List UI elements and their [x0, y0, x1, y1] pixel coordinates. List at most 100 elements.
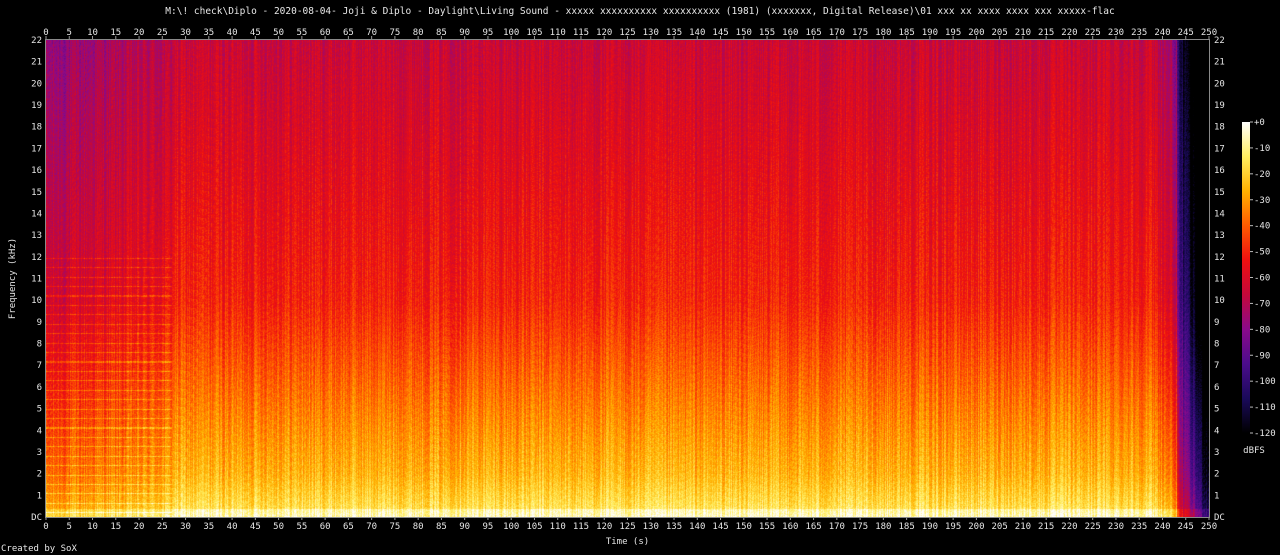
x-tick-label-bottom: 90: [459, 522, 470, 532]
x-tick-label-bottom: 180: [875, 522, 891, 532]
x-tick-label-bottom: 210: [1015, 522, 1031, 532]
x-tick-label-bottom: 245: [1178, 522, 1194, 532]
x-tick-label-bottom: 15: [110, 522, 121, 532]
x-tick-label-bottom: 195: [945, 522, 961, 532]
colorbar-tick-label: -120: [1254, 429, 1276, 439]
x-tick-label-bottom: 80: [413, 522, 424, 532]
x-tick-label-bottom: 160: [782, 522, 798, 532]
x-tick-label-bottom: 60: [320, 522, 331, 532]
y-tick-label-left: 2: [37, 470, 42, 480]
colorbar: +0 -10 -20 -30 -40 -50 -60 -70 -80 -90 -100 -110 -12…: [1242, 118, 1276, 439]
y-tick-label-left: 10: [31, 296, 42, 306]
x-axis-label: Time (s): [606, 537, 649, 547]
x-tick-label-bottom: 230: [1108, 522, 1124, 532]
x-tick-label-bottom: 55: [296, 522, 307, 532]
x-tick-label-bottom: 175: [852, 522, 868, 532]
colorbar-tick-label: -40: [1254, 222, 1270, 232]
colorbar-tick-label: -30: [1254, 196, 1270, 206]
y-tick-label-left: DC: [31, 513, 42, 523]
y-tick-label-right: DC: [1214, 513, 1225, 523]
spectrogram-image: [46, 40, 1209, 517]
x-tick-label-bottom: 140: [689, 522, 705, 532]
y-tick-label-right: 3: [1214, 448, 1219, 458]
x-tick-label-bottom: 150: [736, 522, 752, 532]
y-tick-label-left: 21: [31, 58, 42, 68]
y-tick-label-left: 18: [31, 123, 42, 133]
y-tick-label-left: 13: [31, 231, 42, 241]
y-ticks-left: DC12345678910111213141516171819202122: [31, 36, 42, 523]
x-tick-label-bottom: 120: [596, 522, 612, 532]
x-ticks-top: 0 5 10 15 20 25 30 35 40 45 50 55 60 65 70 75 80 85 90 95 10…: [43, 28, 1217, 39]
x-tick-label-bottom: 220: [1061, 522, 1077, 532]
footer-credit: Created by SoX: [1, 544, 77, 554]
x-tick-label-bottom: 130: [643, 522, 659, 532]
x-tick-label-bottom: 165: [805, 522, 821, 532]
y-tick-label-right: 4: [1214, 426, 1219, 436]
x-tick-label-bottom: 205: [992, 522, 1008, 532]
y-tick-label-left: 20: [31, 79, 42, 89]
colorbar-tick-label: +0: [1254, 118, 1265, 128]
y-tick-label-right: 6: [1214, 383, 1219, 393]
y-tick-label-right: 17: [1214, 144, 1225, 154]
y-tick-label-right: 14: [1214, 209, 1225, 219]
y-tick-label-right: 11: [1214, 275, 1225, 285]
colorbar-tick-label: -50: [1254, 248, 1270, 258]
y-tick-label-left: 7: [37, 361, 42, 371]
y-tick-label-right: 13: [1214, 231, 1225, 241]
x-tick-label-bottom: 190: [922, 522, 938, 532]
x-tick-label-bottom: 20: [134, 522, 145, 532]
x-tick-label-bottom: 100: [503, 522, 519, 532]
x-tick-label-bottom: 215: [1038, 522, 1054, 532]
colorbar-tick-label: -80: [1254, 325, 1270, 335]
x-tick-label-bottom: 50: [273, 522, 284, 532]
y-tick-label-right: 19: [1214, 101, 1225, 111]
colorbar-tick-label: -60: [1254, 274, 1270, 284]
colorbar-gradient: [1242, 122, 1250, 433]
x-tick-label-bottom: 145: [712, 522, 728, 532]
x-ticks-bottom: 0 5 10 15 20 25 30 35 40 45 50 55 60 65 70 75 80 85 90 95 10…: [43, 518, 1217, 532]
y-tick-label-left: 1: [37, 491, 42, 501]
spectrogram-chart: 0 5 10 15 20 25 30 35 40 45 50 55 60 65 70 75 80 85 90 95 10…: [8, 28, 1276, 547]
y-tick-label-right: 20: [1214, 79, 1225, 89]
x-tick-label-bottom: 65: [343, 522, 354, 532]
y-axis-label: Frequency (kHz): [8, 238, 18, 319]
spectrogram-plot-area: [45, 39, 1210, 518]
colorbar-label: dBFS: [1243, 446, 1265, 456]
y-tick-label-right: 9: [1214, 318, 1219, 328]
x-tick-label-bottom: 200: [968, 522, 984, 532]
x-tick-label-bottom: 110: [550, 522, 566, 532]
x-tick-label-bottom: 0: [43, 522, 48, 532]
x-tick-label-bottom: 155: [759, 522, 775, 532]
x-tick-label-bottom: 5: [67, 522, 72, 532]
y-tick-label-left: 4: [37, 426, 42, 436]
y-tick-label-right: 2: [1214, 470, 1219, 480]
y-tick-label-right: 1: [1214, 491, 1219, 501]
x-tick-label-bottom: 125: [619, 522, 635, 532]
x-tick-label-bottom: 105: [526, 522, 542, 532]
x-tick-label-bottom: 135: [666, 522, 682, 532]
y-tick-label-right: 8: [1214, 340, 1219, 350]
y-tick-label-left: 19: [31, 101, 42, 111]
y-tick-label-left: 9: [37, 318, 42, 328]
x-tick-label-bottom: 170: [829, 522, 845, 532]
x-tick-label-bottom: 30: [180, 522, 191, 532]
y-tick-label-left: 12: [31, 253, 42, 263]
y-tick-label-right: 16: [1214, 166, 1225, 176]
y-tick-label-left: 16: [31, 166, 42, 176]
y-tick-label-left: 22: [31, 36, 42, 46]
y-tick-label-left: 5: [37, 405, 42, 415]
colorbar-tick-label: -110: [1254, 403, 1276, 413]
x-tick-label-bottom: 225: [1085, 522, 1101, 532]
x-tick-label-bottom: 75: [389, 522, 400, 532]
y-tick-label-left: 6: [37, 383, 42, 393]
y-tick-label-right: 7: [1214, 361, 1219, 371]
y-tick-label-right: 18: [1214, 123, 1225, 133]
colorbar-tick-label: -100: [1254, 377, 1276, 387]
x-tick-label-bottom: 95: [483, 522, 494, 532]
y-tick-label-left: 11: [31, 275, 42, 285]
x-tick-label-bottom: 10: [87, 522, 98, 532]
x-tick-label-bottom: 85: [436, 522, 447, 532]
colorbar-tick-label: -10: [1254, 144, 1270, 154]
y-tick-label-left: 15: [31, 188, 42, 198]
colorbar-tick-label: -70: [1254, 299, 1270, 309]
